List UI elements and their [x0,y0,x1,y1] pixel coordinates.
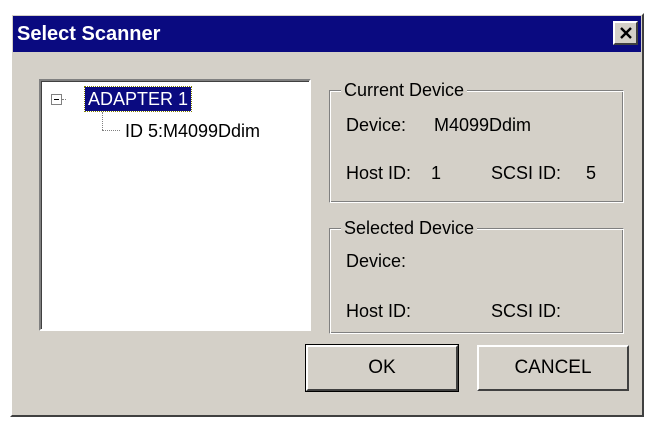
current-host-id-label: Host ID: [346,163,412,183]
current-device-value: M4099Ddim [434,115,532,135]
selected-device-label: Device: [346,251,407,271]
current-device-legend: Current Device [341,78,468,102]
close-button[interactable] [613,21,638,45]
selected-device-group: Selected Device Device: Host ID: SCSI ID… [329,216,624,334]
cancel-button[interactable]: CANCEL [477,345,629,391]
close-icon [620,27,632,39]
tree-connector [62,99,66,100]
selected-host-id-label: Host ID: [346,301,412,321]
ok-button[interactable]: OK [305,344,459,392]
current-host-id-value: 1 [431,163,442,183]
current-scsi-id-label: SCSI ID: [491,163,562,183]
window-title: Select Scanner [17,23,161,45]
current-scsi-id-value: 5 [586,163,597,183]
selected-device-legend: Selected Device [341,216,478,240]
tree-connector [102,130,120,131]
selected-scsi-id-label: SCSI ID: [491,301,562,321]
tree-connector [102,112,103,130]
tree-node-adapter-1[interactable]: ADAPTER 1 [83,86,193,112]
tree-node-device[interactable]: ID 5:M4099Ddim [125,119,260,143]
current-device-label: Device: [346,115,407,135]
title-bar[interactable]: Select Scanner [13,16,641,52]
adapter-tree-view[interactable]: ADAPTER 1 ID 5:M4099Ddim [39,79,311,331]
collapse-toggle-icon[interactable] [51,94,62,105]
current-device-group: Current Device Device: M4099Ddim Host ID… [329,78,624,203]
select-scanner-dialog: Select Scanner ADAPTER 1 ID 5:M4099Ddim … [10,13,644,417]
